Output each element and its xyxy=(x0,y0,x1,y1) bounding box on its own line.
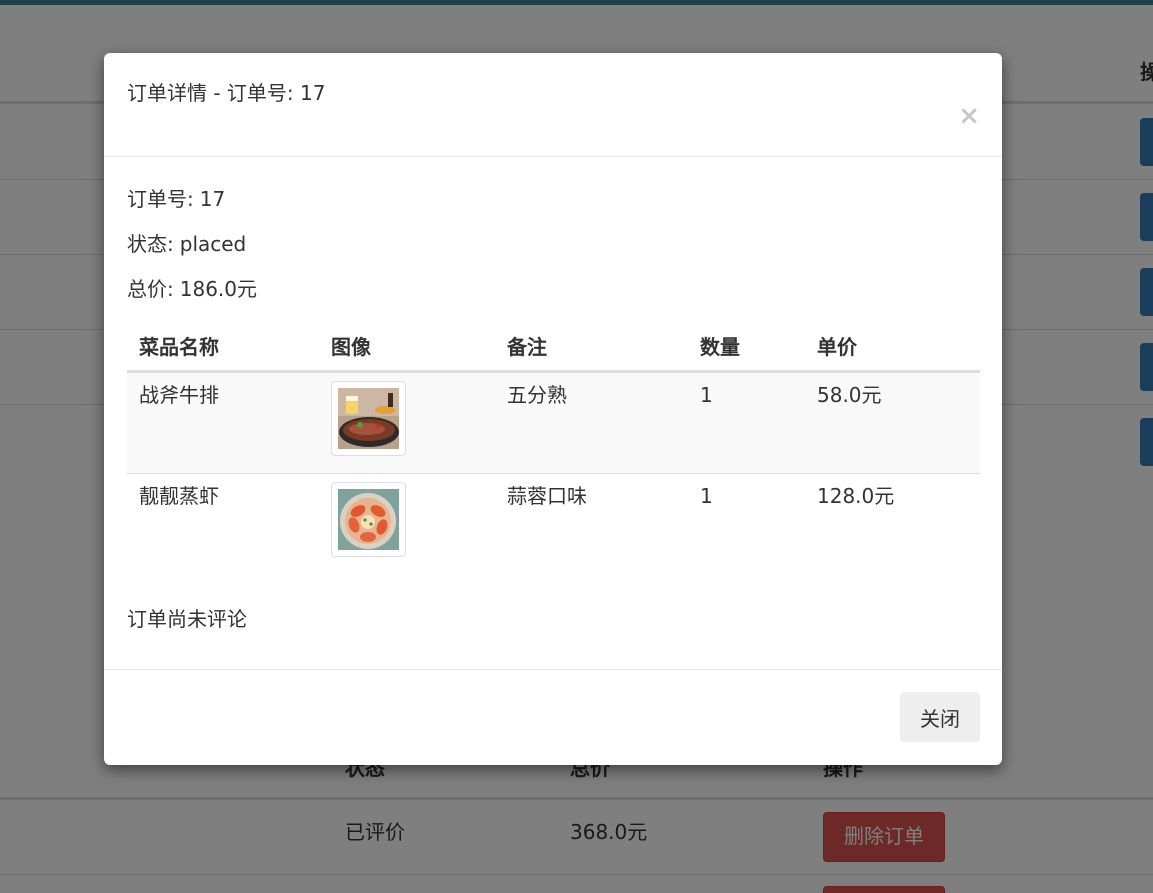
dish-image-cell xyxy=(319,473,495,574)
table-header-row: 菜品名称 图像 备注 数量 单价 xyxy=(127,319,980,373)
table-row: 靓靓蒸虾 蒜蓉口味 1 128.0元 xyxy=(127,473,980,574)
order-number-value: 17 xyxy=(199,187,226,211)
shrimp-photo-icon xyxy=(331,482,406,557)
close-icon[interactable]: × xyxy=(958,103,980,129)
review-status-text: 订单尚未评论 xyxy=(127,607,247,631)
order-number-label: 订单号: xyxy=(127,187,194,211)
modal-body: 订单号: 17 状态: placed 总价: 186.0元 菜品名称 图像 备注 数量… xyxy=(104,157,1002,669)
dish-price-cell: 58.0元 xyxy=(805,371,980,474)
column-header-note: 备注 xyxy=(495,319,688,373)
dish-image-cell xyxy=(319,371,495,474)
column-header-dish-name: 菜品名称 xyxy=(127,319,319,373)
close-button[interactable]: 关闭 xyxy=(900,692,980,742)
modal-footer: 关闭 xyxy=(104,669,1002,765)
order-total-line: 总价: 186.0元 xyxy=(127,273,257,302)
steak-photo-icon xyxy=(331,381,406,456)
column-header-unit-price: 单价 xyxy=(805,319,980,373)
column-header-quantity: 数量 xyxy=(688,319,805,373)
table-row: 战斧牛排 五分熟 1 58.0元 xyxy=(127,371,980,474)
modal-title: 订单详情 - 订单号: 17 xyxy=(127,81,326,105)
dish-name-cell: 靓靓蒸虾 xyxy=(127,473,319,574)
order-status-value: placed xyxy=(179,232,247,256)
dish-name-cell: 战斧牛排 xyxy=(127,371,319,474)
dish-quantity-cell: 1 xyxy=(688,371,805,474)
dish-price-cell: 128.0元 xyxy=(805,473,980,574)
modal-header: 订单详情 - 订单号: 17 × xyxy=(104,53,1002,157)
column-header-image: 图像 xyxy=(319,319,495,373)
order-detail-modal: 订单详情 - 订单号: 17 × 订单号: 17 状态: placed 总价: 186… xyxy=(104,53,1002,765)
order-items-table: 菜品名称 图像 备注 数量 单价 战斧牛排 五分熟 1 58.0元 靓靓蒸虾 蒜… xyxy=(127,319,980,574)
dish-note-cell: 五分熟 xyxy=(495,371,688,474)
order-total-value: 186.0元 xyxy=(179,277,258,301)
order-total-label: 总价: xyxy=(127,277,174,301)
dish-quantity-cell: 1 xyxy=(688,473,805,574)
dish-note-cell: 蒜蓉口味 xyxy=(495,473,688,574)
order-status-label: 状态: xyxy=(127,232,174,256)
order-number-line: 订单号: 17 xyxy=(127,183,225,212)
order-status-line: 状态: placed xyxy=(127,228,246,257)
page: 操 状态 总价 操作 已评价 368.0元 删除订单 订单详情 - 订单号: 1… xyxy=(0,0,1153,893)
